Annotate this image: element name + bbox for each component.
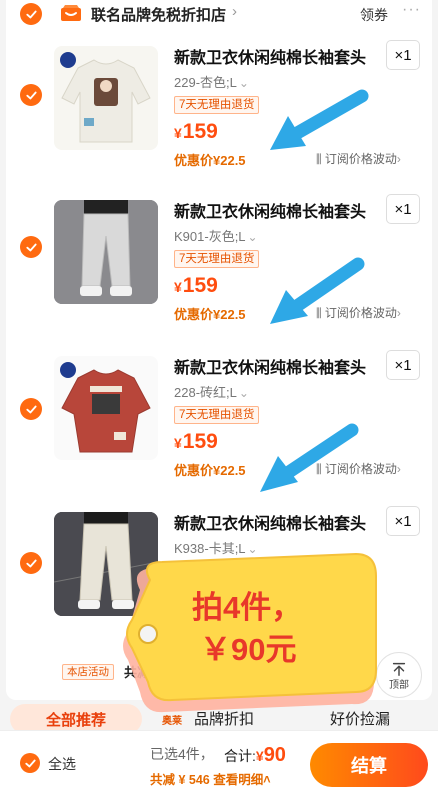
pants-image [54, 200, 158, 304]
promo-price: 优惠价¥22.5 [174, 307, 246, 322]
product-image[interactable] [54, 356, 158, 460]
store-select-checkbox[interactable] [20, 3, 42, 25]
price-value: 159 [182, 274, 218, 297]
return-policy-tag: 7天无理由退货 [174, 250, 260, 268]
sku-selector[interactable]: 229-杏色;L ⌄ [174, 72, 249, 91]
shop-activity-tag: 本店活动 [62, 664, 114, 680]
chevron-up-icon: ˄ [263, 773, 271, 787]
quantity-selector[interactable]: ×1 [386, 40, 420, 70]
chevron-down-icon: ⌄ [238, 386, 249, 400]
select-all-label[interactable]: 全选 [48, 754, 76, 774]
view-detail-link[interactable]: 查看明细 [213, 773, 263, 787]
quantity-selector[interactable]: ×1 [386, 506, 420, 536]
checkmark-icon [25, 559, 37, 567]
return-policy-tag: 7天无理由退货 [174, 406, 260, 424]
item-select-checkbox[interactable] [20, 398, 42, 420]
back-to-top-button[interactable]: 顶部 [376, 652, 422, 698]
sku-text: 229-杏色;L [174, 75, 237, 90]
price: ¥159 [174, 120, 218, 144]
promo-overlay-line1: 拍4件， [192, 590, 303, 625]
chevron-right-icon[interactable]: › [232, 3, 237, 20]
sweatshirt-image [60, 52, 151, 143]
promo-price: 优惠价¥22.5 [174, 463, 246, 478]
total-label: 合计: [224, 748, 256, 764]
checkmark-icon [25, 91, 37, 99]
saved-amount: 共减 ¥ 546 [150, 773, 210, 787]
return-policy-tag: 7天无理由退货 [174, 96, 260, 114]
item-select-checkbox[interactable] [20, 84, 42, 106]
product-image[interactable] [54, 200, 158, 304]
total-amount: 90 [263, 744, 286, 766]
product-image[interactable] [54, 46, 158, 150]
price-value: 159 [182, 120, 218, 143]
checkmark-icon [25, 405, 37, 413]
chevron-right-icon: › [396, 152, 401, 166]
chevron-down-icon: ⌄ [247, 230, 258, 244]
promo-price: 优惠价¥22.5 [174, 153, 246, 168]
currency-symbol: ¥ [174, 125, 182, 141]
promo-overlay-line2: ￥90元 [200, 632, 297, 667]
checkout-bar: 全选 已选4件， 合计:¥90 共减 ¥ 546 查看明细˄ 结算 [0, 730, 438, 800]
annotation-arrow-icon [270, 89, 369, 150]
price: ¥159 [174, 430, 218, 454]
sku-selector[interactable]: K901-灰色;L ⌄ [174, 226, 258, 245]
chevron-right-icon: › [396, 306, 401, 320]
total: 合计:¥90 [224, 744, 286, 767]
chevron-right-icon: › [396, 462, 401, 476]
checkmark-icon [24, 759, 36, 767]
currency-symbol: ¥ [174, 435, 182, 451]
price: ¥159 [174, 274, 218, 298]
checkmark-icon [25, 243, 37, 251]
total-currency: ¥ [255, 748, 264, 764]
coupon-button[interactable]: 领券 [360, 5, 388, 25]
select-all-checkbox[interactable] [20, 753, 40, 773]
cart-item: 新款卫衣休闲纯棉长袖套头 ×1 228-砖红;L ⌄ 7天无理由退货 ¥159 优… [6, 350, 432, 509]
store-header: 联名品牌免税折扣店 › 领券 ··· [6, 0, 432, 30]
annotation-arrow-icon [270, 257, 365, 324]
back-to-top-label: 顶部 [389, 679, 409, 691]
sku-text: 228-砖红;L [174, 385, 237, 400]
checkout-button[interactable]: 结算 [310, 743, 428, 787]
item-select-checkbox[interactable] [20, 552, 42, 574]
checkmark-icon [25, 10, 37, 18]
sweatshirt-image [60, 362, 151, 453]
quantity-selector[interactable]: ×1 [386, 350, 420, 380]
sku-text: K901-灰色;L [174, 229, 246, 244]
product-title[interactable]: 新款卫衣休闲纯棉长袖套头 [174, 44, 366, 68]
price-value: 159 [182, 430, 218, 453]
item-select-checkbox[interactable] [20, 236, 42, 258]
currency-symbol: ¥ [174, 279, 182, 295]
store-name[interactable]: 联名品牌免税折扣店 [91, 4, 226, 25]
savings-summary[interactable]: 共减 ¥ 546 查看明细˄ [150, 769, 271, 788]
annotation-arrow-icon [260, 423, 359, 492]
store-icon [61, 5, 81, 21]
product-title[interactable]: 新款卫衣休闲纯棉长袖套头 [174, 354, 366, 378]
selected-count: 已选4件， [150, 746, 214, 762]
sku-selector[interactable]: 228-砖红;L ⌄ [174, 382, 249, 401]
more-options-icon[interactable]: ··· [402, 1, 421, 19]
product-title[interactable]: 新款卫衣休闲纯棉长袖套头 [174, 198, 366, 222]
chevron-down-icon: ⌄ [238, 76, 249, 90]
quantity-selector[interactable]: ×1 [386, 194, 420, 224]
product-title[interactable]: 新款卫衣休闲纯棉长袖套头 [174, 510, 366, 534]
